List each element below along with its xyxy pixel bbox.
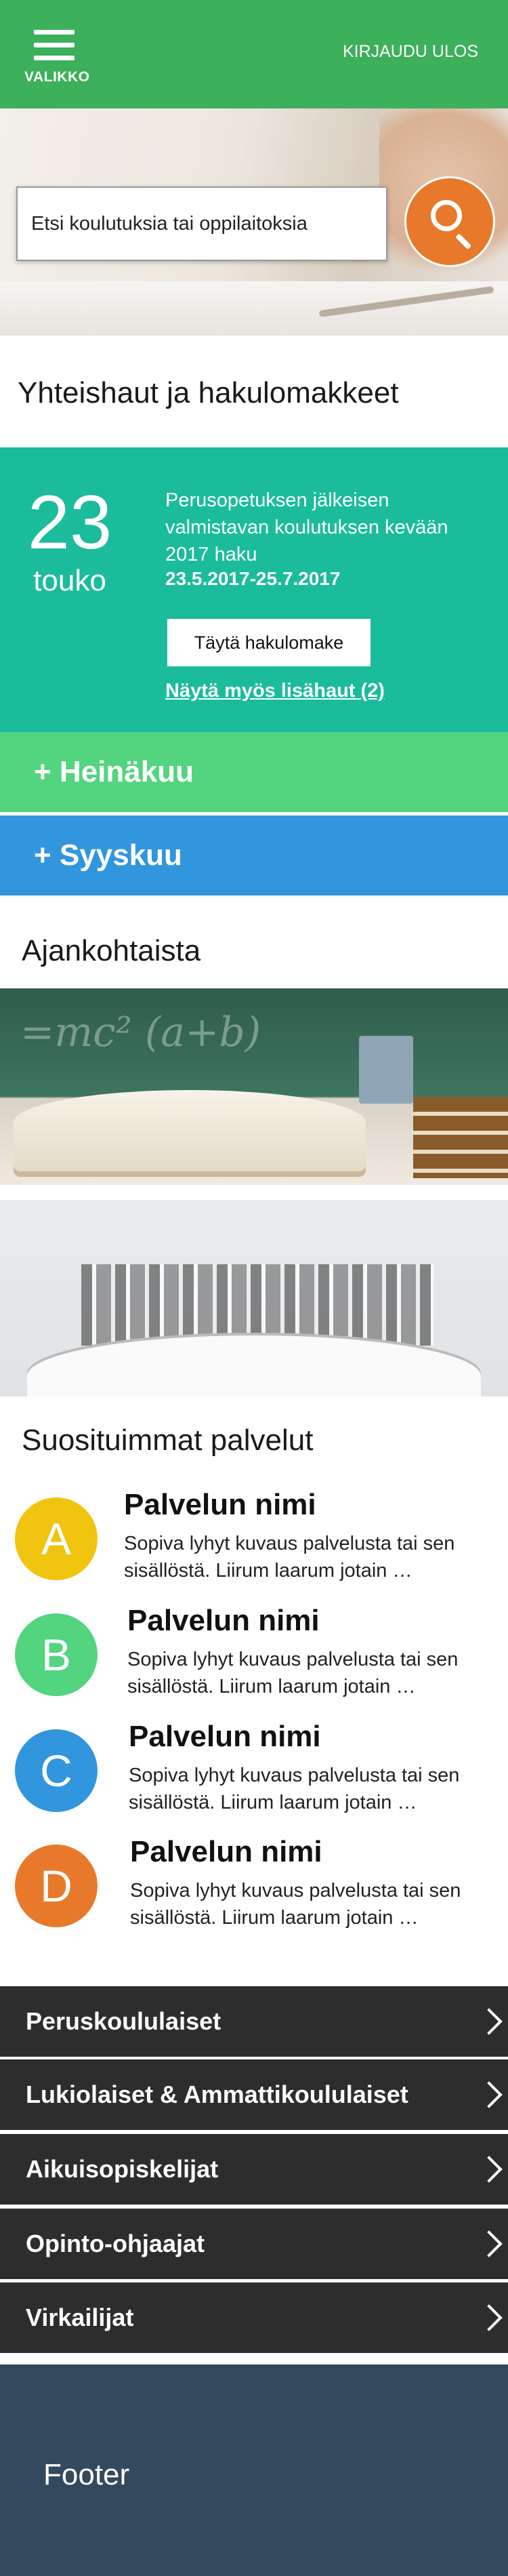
- audience-label: Virkailijat: [26, 2303, 134, 2331]
- chevron-right-icon: [475, 2008, 503, 2035]
- chevron-right-icon: [475, 2304, 503, 2331]
- service-item-c[interactable]: C Palvelun nimi Sopiva lyhyt kuvaus palv…: [0, 1720, 508, 1822]
- service-b-badge: B: [15, 1613, 98, 1696]
- page-footer: Footer: [0, 2364, 508, 2576]
- fill-application-button[interactable]: Täytä hakulomake: [167, 619, 371, 666]
- audience-item-upper-secondary[interactable]: Lukiolaiset & Ammattikoululaiset: [0, 2059, 508, 2130]
- search-input[interactable]: Etsi koulutuksia tai oppilaitoksia: [16, 186, 387, 261]
- chevron-right-icon: [475, 2230, 503, 2257]
- application-dates: 23.5.2017-25.7.2017: [165, 568, 341, 589]
- application-description: Perusopetuksen jälkeisen valmistavan kou…: [165, 489, 448, 565]
- service-title: Palvelun nimi: [129, 1720, 321, 1753]
- service-a-badge: A: [15, 1497, 98, 1580]
- service-description: Sopiva lyhyt kuvaus palvelusta tai sen s…: [124, 1533, 455, 1582]
- audience-item-officials[interactable]: Virkailijat: [0, 2282, 508, 2353]
- more-applications-link[interactable]: Näytä myös lisähaut (2): [165, 680, 385, 702]
- chevron-right-icon: [475, 2156, 503, 2183]
- application-day: 23: [27, 480, 112, 565]
- menu-button[interactable]: VALIKKO: [24, 27, 90, 89]
- application-card: 23 touko Perusopetuksen jälkeisen valmis…: [0, 447, 508, 732]
- service-item-b[interactable]: B Palvelun nimi Sopiva lyhyt kuvaus palv…: [0, 1604, 508, 1706]
- chevron-right-icon: [475, 2081, 503, 2108]
- hamburger-icon: [34, 30, 75, 61]
- footer-text: Footer: [43, 2458, 130, 2491]
- hero-search-area: Etsi koulutuksia tai oppilaitoksia: [0, 108, 508, 336]
- service-item-d[interactable]: D Palvelun nimi Sopiva lyhyt kuvaus palv…: [0, 1835, 508, 1937]
- month-july-toggle[interactable]: + Heinäkuu: [0, 732, 508, 812]
- service-description: Sopiva lyhyt kuvaus palvelusta tai sen s…: [127, 1649, 459, 1697]
- audience-label: Aikuisopiskelijat: [26, 2155, 219, 2183]
- search-icon: [431, 200, 462, 231]
- service-item-a[interactable]: A Palvelun nimi Sopiva lyhyt kuvaus palv…: [0, 1488, 508, 1590]
- books-chalkboard-image[interactable]: =mc² (a+b): [0, 988, 508, 1185]
- top-header: VALIKKO KIRJAUDU ULOS: [0, 0, 508, 108]
- audience-label: Opinto-ohjaajat: [26, 2230, 205, 2257]
- audience-label: Peruskoululaiset: [26, 2007, 221, 2035]
- service-description: Sopiva lyhyt kuvaus palvelusta tai sen s…: [129, 1765, 460, 1813]
- service-d-badge: D: [15, 1845, 98, 1927]
- menu-label: VALIKKO: [24, 69, 90, 85]
- news-heading: Ajankohtaista: [22, 934, 201, 967]
- book-city-illustration-image[interactable]: [0, 1200, 508, 1396]
- audience-item-comprehensive[interactable]: Peruskoululaiset: [0, 1986, 508, 2057]
- service-description: Sopiva lyhyt kuvaus palvelusta tai sen s…: [130, 1880, 461, 1929]
- service-title: Palvelun nimi: [127, 1604, 320, 1637]
- service-c-badge: C: [15, 1729, 98, 1812]
- audience-item-adult[interactable]: Aikuisopiskelijat: [0, 2134, 508, 2205]
- month-september-toggle[interactable]: + Syyskuu: [0, 816, 508, 895]
- applications-heading: Yhteishaut ja hakulomakkeet: [18, 376, 399, 409]
- service-title: Palvelun nimi: [130, 1835, 322, 1868]
- search-button[interactable]: [404, 176, 495, 267]
- audience-item-counselors[interactable]: Opinto-ohjaajat: [0, 2209, 508, 2279]
- services-heading: Suosituimmat palvelut: [22, 1424, 314, 1457]
- service-title: Palvelun nimi: [124, 1488, 316, 1521]
- audience-label: Lukiolaiset & Ammattikoululaiset: [26, 2080, 408, 2108]
- logout-link[interactable]: KIRJAUDU ULOS: [343, 42, 478, 62]
- application-month: touko: [33, 564, 106, 597]
